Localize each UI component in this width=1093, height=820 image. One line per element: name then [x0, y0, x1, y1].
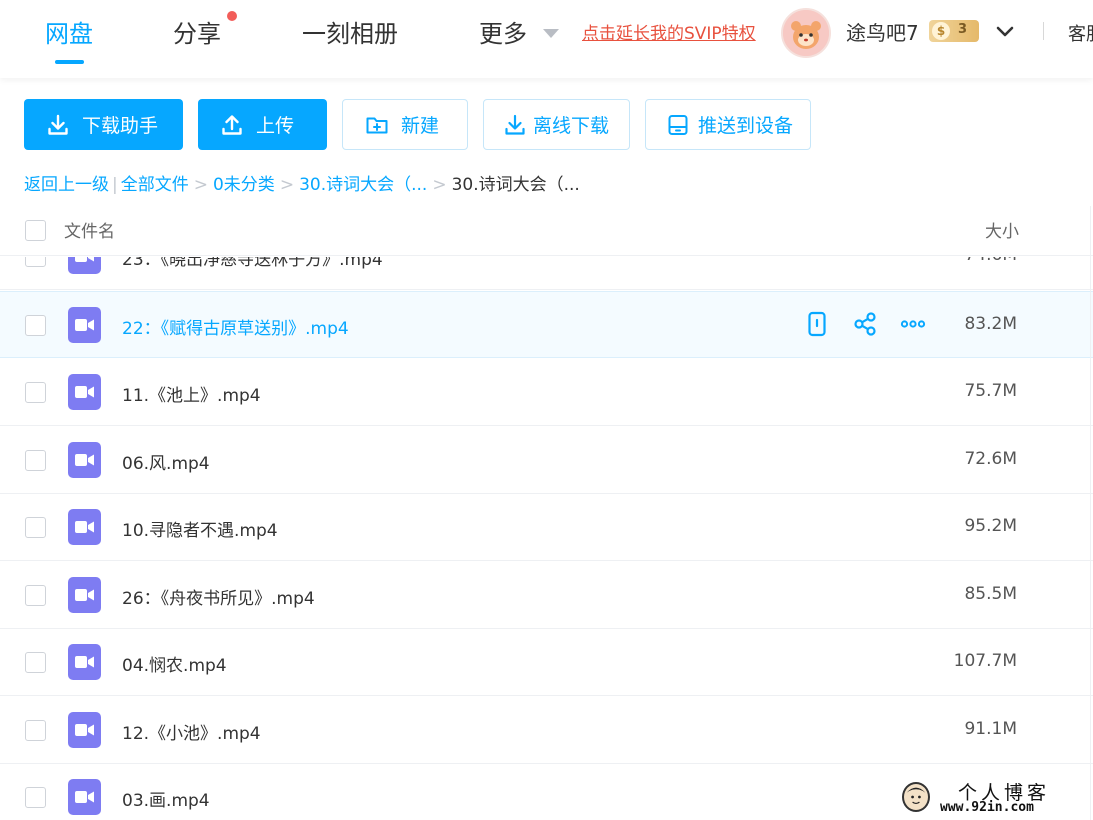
send-to-phone-icon[interactable] [804, 311, 830, 337]
tab-album[interactable]: 一刻相册 [302, 14, 398, 49]
file-name[interactable]: 06.风.mp4 [122, 449, 210, 474]
video-file-icon [68, 374, 101, 410]
file-row[interactable]: 12.《小池》.mp4 91.1M [0, 697, 1093, 764]
select-all-checkbox[interactable] [25, 220, 46, 241]
tab-netdisk[interactable]: 网盘 [45, 14, 93, 49]
avatar[interactable] [781, 8, 831, 58]
download-helper-label: 下载助手 [82, 115, 159, 137]
scrollbar-track[interactable] [1090, 206, 1091, 820]
row-checkbox[interactable] [25, 787, 46, 808]
push-to-device-button[interactable]: 推送到设备 [645, 99, 811, 150]
top-navigation: 网盘 分享 一刻相册 更多 点击延长我的SVIP特权 途鸟吧7 $ 3 客服 [0, 0, 1093, 78]
breadcrumb-separator: > [279, 175, 295, 195]
row-checkbox[interactable] [25, 382, 46, 403]
offline-download-icon [505, 114, 525, 135]
caret-down-icon[interactable] [543, 29, 559, 38]
username[interactable]: 途鸟吧7 [846, 17, 919, 46]
file-size: 95.2M [964, 516, 1017, 536]
video-file-icon [68, 307, 101, 343]
video-file-icon [68, 442, 101, 478]
video-file-icon [68, 644, 101, 680]
row-checkbox[interactable] [25, 720, 46, 741]
file-size: 91.1M [964, 719, 1017, 739]
file-row[interactable]: 10.寻隐者不遇.mp4 95.2M [0, 494, 1093, 561]
offline-download-button[interactable]: 离线下载 [483, 99, 630, 150]
video-file-icon [68, 509, 101, 545]
file-row[interactable]: 26：《舟夜书所见》.mp4 85.5M [0, 562, 1093, 629]
breadcrumb-separator: > [432, 175, 447, 195]
file-size: 72.6M [964, 449, 1017, 469]
breadcrumb-item-uncategorized[interactable]: 0未分类 [213, 175, 275, 195]
download-icon [48, 114, 68, 135]
file-name[interactable]: 12.《小池》.mp4 [122, 719, 261, 744]
row-checkbox[interactable] [25, 585, 46, 606]
file-list: 23：《晓出净慈寺送林子方》.mp4 74.6M 22：《赋得古原草送别》.mp… [0, 257, 1093, 820]
nav-divider [1043, 22, 1044, 40]
video-file-icon [68, 577, 101, 613]
video-file-icon [68, 257, 101, 274]
more-options-icon[interactable] [900, 311, 926, 337]
upload-icon [222, 114, 242, 135]
new-folder-label: 新建 [401, 115, 440, 137]
customer-service-link[interactable]: 客服 [1068, 20, 1093, 46]
file-row-hovered[interactable]: 22：《赋得古原草送别》.mp4 83.2M [0, 291, 1093, 358]
share-icon[interactable] [852, 311, 878, 337]
column-header-name[interactable]: 文件名 [64, 217, 115, 242]
row-checkbox[interactable] [25, 257, 46, 267]
offline-download-label: 离线下载 [533, 115, 610, 137]
file-size: 83.2M [964, 314, 1017, 334]
file-name[interactable]: 03.画.mp4 [122, 786, 210, 811]
download-helper-button[interactable]: 下载助手 [24, 99, 183, 150]
push-to-device-label: 推送到设备 [698, 115, 794, 137]
file-name[interactable]: 26：《舟夜书所见》.mp4 [122, 584, 315, 609]
breadcrumb: 返回上一级 | 全部文件 >0未分类 >30.诗词大会（... >30.诗词大会（... [24, 170, 580, 195]
new-folder-icon [366, 117, 388, 133]
row-checkbox[interactable] [25, 517, 46, 538]
row-checkbox[interactable] [25, 450, 46, 471]
blog-watermark: 个人博客 www.92in.com [898, 778, 1093, 820]
file-row[interactable]: 11.《池上》.mp4 75.7M [0, 359, 1093, 426]
file-name[interactable]: 22：《赋得古原草送别》.mp4 [122, 314, 349, 339]
file-table-header: 文件名 大小 [0, 206, 1093, 256]
file-row[interactable]: 06.风.mp4 72.6M [0, 427, 1093, 494]
file-name[interactable]: 11.《池上》.mp4 [122, 381, 261, 406]
file-name[interactable]: 10.寻隐者不遇.mp4 [122, 516, 278, 541]
column-header-size[interactable]: 大小 [985, 217, 1019, 242]
row-checkbox[interactable] [25, 315, 46, 336]
active-tab-indicator [55, 60, 84, 64]
vip-level-badge: $ 3 [929, 20, 979, 42]
breadcrumb-item-all-files[interactable]: 全部文件 [121, 175, 189, 195]
file-size: 85.5M [964, 584, 1017, 604]
file-name[interactable]: 23：《晓出净慈寺送林子方》.mp4 [122, 257, 383, 270]
svip-renew-link[interactable]: 点击延长我的SVIP特权 [582, 19, 756, 44]
breadcrumb-item-parent-folder[interactable]: 30.诗词大会（... [299, 175, 427, 195]
vip-level: 3 [958, 22, 968, 37]
breadcrumb-current-folder: 30.诗词大会（... [451, 175, 580, 195]
row-checkbox[interactable] [25, 652, 46, 673]
file-size: 107.7M [953, 651, 1017, 671]
tab-share[interactable]: 分享 [173, 14, 221, 49]
device-icon [668, 114, 688, 135]
upload-label: 上传 [256, 115, 295, 137]
notification-dot [227, 11, 237, 21]
video-file-icon [68, 779, 101, 815]
breadcrumb-divider: | [112, 175, 118, 195]
upload-button[interactable]: 上传 [198, 99, 327, 150]
file-row[interactable]: 04.悯农.mp4 107.7M [0, 629, 1093, 696]
file-row[interactable]: 23：《晓出净慈寺送林子方》.mp4 74.6M [0, 257, 1093, 290]
file-size: 75.7M [964, 381, 1017, 401]
vip-coin-icon: $ [932, 22, 950, 40]
file-size: 74.6M [964, 257, 1017, 265]
avatar-cartoon-icon [783, 10, 829, 56]
chevron-down-icon[interactable] [993, 19, 1017, 43]
tab-more[interactable]: 更多 [479, 14, 527, 49]
cartoon-face-icon [902, 782, 930, 812]
breadcrumb-back-link[interactable]: 返回上一级 [24, 175, 109, 195]
breadcrumb-separator: > [193, 175, 208, 195]
video-file-icon [68, 712, 101, 748]
watermark-url: www.92in.com [940, 800, 1034, 815]
new-folder-button[interactable]: 新建 [342, 99, 468, 150]
file-name[interactable]: 04.悯农.mp4 [122, 651, 227, 676]
